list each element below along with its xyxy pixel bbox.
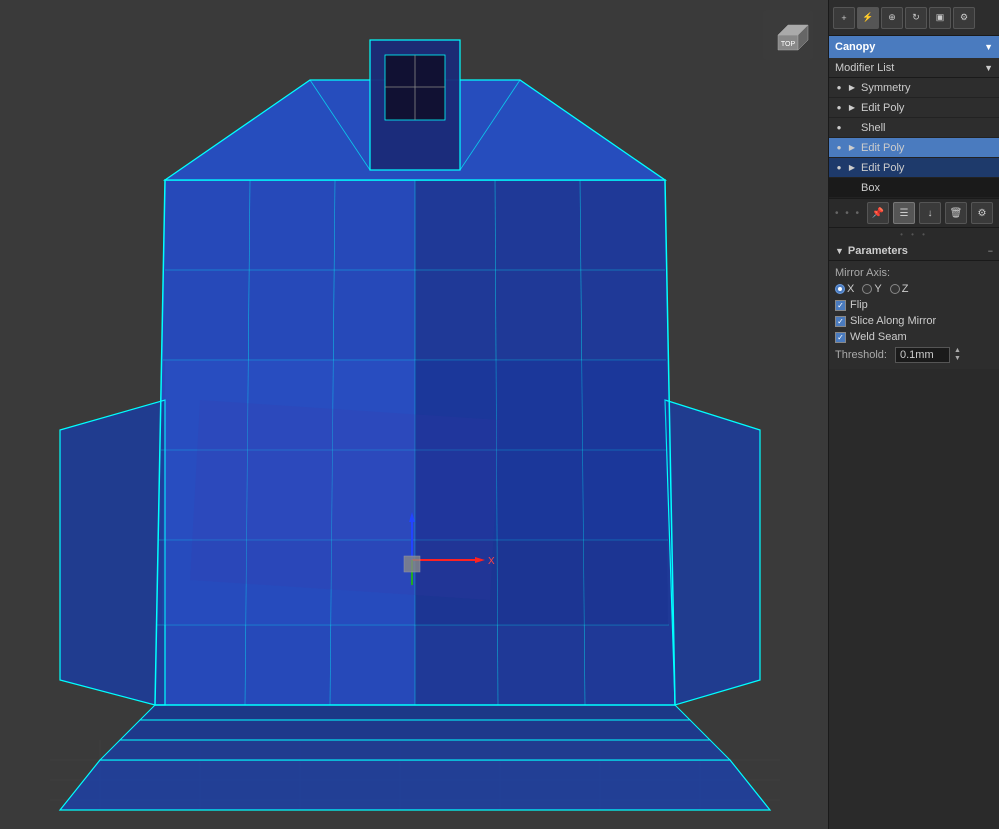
- modifier-stack: ● ▶ Symmetry ● ▶ Edit Poly ● ▶ Shell ● ▶…: [829, 78, 999, 198]
- svg-text:X: X: [488, 556, 495, 567]
- sidebar: + ⚡ ⊕ ↻ ▣ ⚙ Canopy ▼ Modifier List ▼ ● ▶…: [828, 0, 999, 829]
- object-name-label: Canopy: [835, 41, 875, 53]
- flip-row: Flip: [835, 299, 993, 311]
- axis-x-radio[interactable]: X: [835, 283, 854, 295]
- remove-modifier-button[interactable]: 🗑: [945, 202, 967, 224]
- hierarchy-panel-button[interactable]: ⊕: [881, 7, 903, 29]
- shell-eye-icon[interactable]: ●: [833, 122, 845, 134]
- weld-seam-row: Weld Seam: [835, 331, 993, 343]
- modifier-editpoly-2[interactable]: ● ▶ Edit Poly: [829, 138, 999, 158]
- modifier-symmetry[interactable]: ● ▶ Symmetry: [829, 78, 999, 98]
- axis-y-radio-circle[interactable]: [862, 284, 872, 294]
- shell-label: Shell: [861, 122, 885, 134]
- object-name-bar[interactable]: Canopy ▼: [829, 36, 999, 58]
- stack-separator: • • •: [829, 228, 999, 241]
- display-panel-button[interactable]: ▣: [929, 7, 951, 29]
- viewport[interactable]: X TOP: [0, 0, 828, 829]
- editpoly3-eye-icon[interactable]: ●: [833, 162, 845, 174]
- weld-seam-label: Weld Seam: [850, 331, 907, 343]
- axis-z-radio-circle[interactable]: [890, 284, 900, 294]
- parameters-collapse-button[interactable]: −: [988, 246, 993, 256]
- editpoly2-label: Edit Poly: [861, 142, 904, 154]
- modifier-editpoly-3[interactable]: ● ▶ Edit Poly: [829, 158, 999, 178]
- pin-stack-button[interactable]: 📌: [867, 202, 889, 224]
- axis-y-label: Y: [874, 283, 881, 295]
- editpoly1-eye-icon[interactable]: ●: [833, 102, 845, 114]
- modifier-shell[interactable]: ● ▶ Shell: [829, 118, 999, 138]
- parameters-content: Mirror Axis: X Y Z: [829, 261, 999, 369]
- modifier-list-header[interactable]: Modifier List ▼: [829, 58, 999, 78]
- editpoly1-label: Edit Poly: [861, 102, 904, 114]
- editpoly3-arrow-icon[interactable]: ▶: [847, 163, 857, 173]
- slice-along-mirror-checkbox[interactable]: [835, 316, 846, 327]
- threshold-input[interactable]: [895, 347, 950, 363]
- symmetry-arrow-icon[interactable]: ▶: [847, 83, 857, 93]
- create-panel-button[interactable]: +: [833, 7, 855, 29]
- threshold-label: Threshold:: [835, 349, 887, 361]
- editpoly1-arrow-icon[interactable]: ▶: [847, 103, 857, 113]
- modify-panel-button[interactable]: ⚡: [857, 7, 879, 29]
- configure-modifier-sets-button[interactable]: ⚙: [971, 202, 993, 224]
- modifier-editpoly-1[interactable]: ● ▶ Edit Poly: [829, 98, 999, 118]
- axis-y-radio[interactable]: Y: [862, 283, 881, 295]
- nav-cube[interactable]: TOP: [763, 10, 813, 60]
- symmetry-eye-icon[interactable]: ●: [833, 82, 845, 94]
- editpoly2-arrow-icon[interactable]: ▶: [847, 143, 857, 153]
- flip-label: Flip: [850, 299, 868, 311]
- flip-checkbox[interactable]: [835, 300, 846, 311]
- slice-along-mirror-row: Slice Along Mirror: [835, 315, 993, 327]
- modifier-list-label: Modifier List: [835, 62, 894, 74]
- modifier-box[interactable]: ● ▶ Box: [829, 178, 999, 198]
- threshold-down-arrow[interactable]: ▼: [954, 355, 961, 363]
- slice-along-mirror-label: Slice Along Mirror: [850, 315, 936, 327]
- threshold-spinner[interactable]: ▲ ▼: [954, 347, 961, 363]
- object-name-dropdown-arrow[interactable]: ▼: [984, 42, 993, 52]
- show-end-result-button[interactable]: ☰: [893, 202, 915, 224]
- threshold-up-arrow[interactable]: ▲: [954, 347, 961, 355]
- motion-panel-button[interactable]: ↻: [905, 7, 927, 29]
- mirror-axis-label: Mirror Axis:: [835, 267, 890, 279]
- axis-z-label: Z: [902, 283, 909, 295]
- separator-dots: • • •: [835, 206, 861, 221]
- axis-z-radio[interactable]: Z: [890, 283, 909, 295]
- utilities-panel-button[interactable]: ⚙: [953, 7, 975, 29]
- axis-x-label: X: [847, 283, 854, 295]
- parameters-header[interactable]: ▼ Parameters −: [829, 241, 999, 261]
- modifier-list-dropdown-arrow[interactable]: ▼: [984, 63, 993, 73]
- threshold-row: Threshold: ▲ ▼: [835, 347, 993, 363]
- modifier-toolbar: • • • 📌 ☰ ↓ 🗑 ⚙: [829, 198, 999, 228]
- svg-text:TOP: TOP: [781, 41, 796, 48]
- parameters-title: Parameters: [848, 245, 908, 257]
- mirror-axis-radio-group: X Y Z: [835, 283, 993, 295]
- mirror-axis-row: Mirror Axis:: [835, 267, 993, 279]
- box-label: Box: [861, 182, 880, 194]
- weld-seam-checkbox[interactable]: [835, 332, 846, 343]
- model-canvas: X: [0, 0, 828, 829]
- make-unique-button[interactable]: ↓: [919, 202, 941, 224]
- parameters-collapse-arrow: ▼: [835, 246, 844, 256]
- parameters-section: ▼ Parameters − Mirror Axis: X Y: [829, 241, 999, 829]
- axis-x-radio-circle[interactable]: [835, 284, 845, 294]
- editpoly2-eye-icon[interactable]: ●: [833, 142, 845, 154]
- symmetry-label: Symmetry: [861, 82, 911, 94]
- editpoly3-label: Edit Poly: [861, 162, 904, 174]
- sidebar-toolbar: + ⚡ ⊕ ↻ ▣ ⚙: [829, 0, 999, 36]
